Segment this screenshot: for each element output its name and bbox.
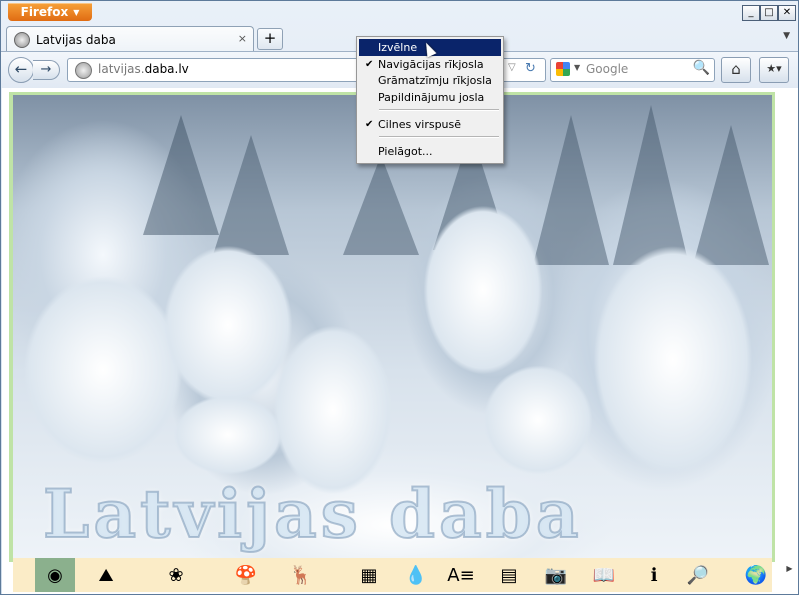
maximize-button[interactable]: □: [760, 5, 778, 21]
tab-close-icon[interactable]: ×: [238, 32, 247, 45]
scrollbar-arrow-icon[interactable]: ▶: [782, 559, 797, 579]
search-page-icon[interactable]: 🔎: [685, 562, 711, 588]
globe-icon[interactable]: 🌍: [743, 562, 769, 588]
back-forward-group: ← →: [8, 57, 60, 83]
site-favicon-icon: [14, 31, 30, 48]
tab-title: Latvijas daba: [36, 32, 116, 47]
forward-button[interactable]: →: [33, 60, 60, 80]
tab-latvijas-daba[interactable]: Latvijas daba ×: [6, 26, 254, 52]
engine-dropdown-icon[interactable]: ▼: [574, 63, 580, 72]
menu-item-addon-bar[interactable]: Papildinājumu josla: [359, 89, 501, 106]
url-history-dropdown-icon[interactable]: ▽: [508, 62, 516, 73]
title-bar: Firefox ▼ _ □ ✕: [1, 1, 798, 25]
camera-icon[interactable]: 📷: [543, 562, 569, 588]
water-icon[interactable]: 💧: [403, 562, 429, 588]
animal-icon[interactable]: 🦌: [288, 562, 314, 588]
menu-item-customize[interactable]: Pielāgot...: [359, 143, 501, 160]
table-icon[interactable]: ▤: [496, 562, 522, 588]
map-icon[interactable]: ▦: [356, 562, 382, 588]
search-go-icon[interactable]: 🔍: [693, 60, 710, 76]
firefox-menu-button[interactable]: Firefox ▼: [8, 3, 92, 21]
menu-item-label: Navigācijas rīkjosla: [378, 58, 484, 71]
menu-item-label: Cilnes virspusē: [378, 118, 462, 131]
firefox-button-label: Firefox: [20, 5, 69, 19]
info-icon[interactable]: ℹ: [641, 562, 667, 588]
url-prefix: latvijas.: [98, 62, 145, 76]
bookmarks-button[interactable]: ★▾: [759, 57, 789, 83]
site-watermark-title: Latvijas daba: [42, 474, 583, 554]
checkmark-icon: ✔: [365, 119, 374, 130]
home-nav-icon[interactable]: ◉: [35, 558, 75, 592]
menu-item-label: Izvēlne: [378, 41, 418, 54]
chevron-down-icon: ▼: [73, 7, 80, 17]
reload-icon[interactable]: ↻: [525, 61, 536, 76]
close-window-button[interactable]: ✕: [778, 5, 796, 21]
menu-separator: [379, 109, 499, 111]
menu-item-bookmarks-toolbar[interactable]: Grāmatzīmju rīkjosla: [359, 72, 501, 89]
winter-forest-photo: Latvijas daba: [13, 95, 772, 558]
site-navigation-iconbar: ◉ ⛰ ❀ 🍄 🦌 ▦ 💧 A≡ ▤ 📷 📖 ℹ 🔎 🌍: [13, 558, 772, 592]
menu-item-label: Grāmatzīmju rīkjosla: [378, 74, 492, 87]
home-button[interactable]: ⌂: [721, 57, 751, 83]
back-button[interactable]: ←: [8, 57, 34, 83]
search-input[interactable]: Google: [586, 62, 628, 76]
menu-item-label: Papildinājumu josla: [378, 91, 485, 104]
url-text[interactable]: latvijas.daba.lv: [98, 62, 189, 76]
menu-item-label: Pielāgot...: [378, 145, 433, 158]
tab-list-chevron-icon[interactable]: ▼: [783, 31, 790, 41]
checkmark-icon: ✔: [365, 59, 374, 70]
new-tab-button[interactable]: +: [257, 28, 283, 50]
mushroom-icon[interactable]: 🍄: [233, 562, 259, 588]
menu-item-tabs-on-top[interactable]: ✔ Cilnes virspusē: [359, 116, 501, 133]
book-icon[interactable]: 📖: [591, 562, 617, 588]
url-host: daba.lv: [144, 62, 189, 76]
google-engine-icon[interactable]: [556, 62, 570, 76]
flower-icon[interactable]: ❀: [163, 562, 189, 588]
search-bar[interactable]: ▼ Google 🔍: [550, 58, 715, 82]
minimize-button[interactable]: _: [742, 5, 760, 21]
landscape-icon[interactable]: ⛰: [93, 562, 119, 588]
menu-item-navigation-toolbar[interactable]: ✔ Navigācijas rīkjosla: [359, 56, 501, 73]
menu-separator: [379, 136, 499, 138]
dictionary-icon[interactable]: A≡: [447, 562, 474, 588]
site-identity-icon[interactable]: [75, 62, 92, 79]
